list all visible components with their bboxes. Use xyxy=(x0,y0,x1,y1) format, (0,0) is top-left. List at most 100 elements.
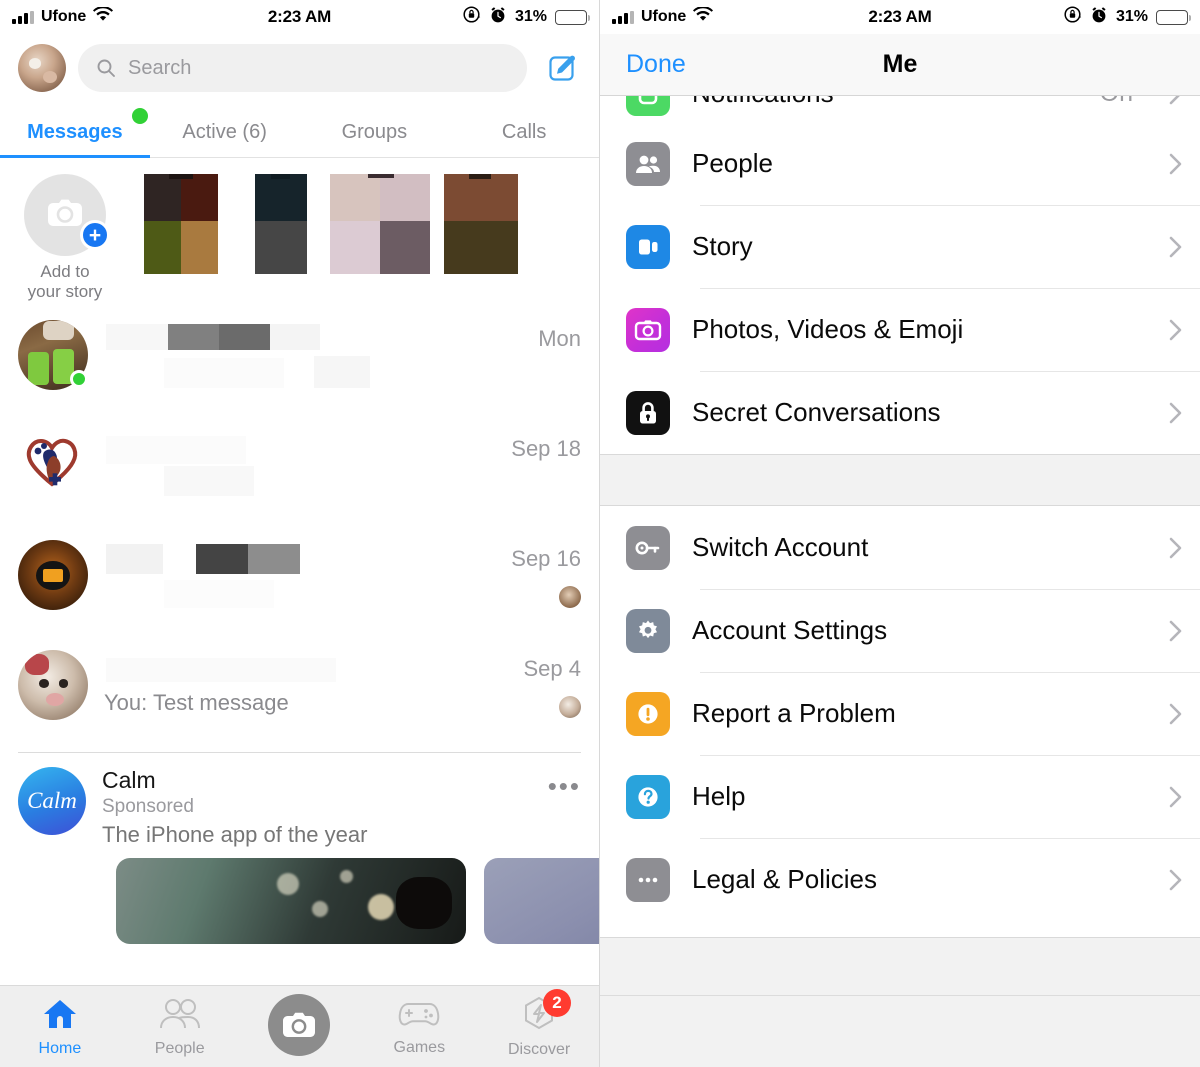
sponsored-description: The iPhone app of the year xyxy=(102,822,368,847)
add-to-story-label: Add to your story xyxy=(27,262,103,302)
more-options-icon[interactable]: ••• xyxy=(548,773,581,799)
sponsored-card-carousel[interactable] xyxy=(0,848,599,944)
discover-badge: 2 xyxy=(542,988,571,1017)
settings-row-notifications[interactable]: Notifications On xyxy=(600,96,1200,122)
tab-camera[interactable] xyxy=(240,993,360,1056)
chat-filter-tabs: Messages Active (6) Groups Calls xyxy=(0,104,599,158)
compose-icon[interactable] xyxy=(545,50,581,86)
settings-row-label: Story xyxy=(692,231,753,261)
avatar[interactable] xyxy=(18,430,88,500)
seen-avatar xyxy=(559,696,581,718)
conversation-row[interactable]: Sep 16 xyxy=(0,528,599,638)
sponsored-body: Calm Sponsored The iPhone app of the yea… xyxy=(102,767,581,848)
conversation-meta: Sep 16 xyxy=(511,540,581,608)
gear-icon xyxy=(626,608,670,653)
avatar[interactable] xyxy=(18,44,66,92)
avatar[interactable] xyxy=(18,650,88,720)
settings-row-secret-conversations[interactable]: Secret Conversations xyxy=(600,371,1200,454)
sponsored-ad[interactable]: Calm Calm Sponsored The iPhone app of th… xyxy=(0,753,599,848)
settings-row-help[interactable]: Help xyxy=(600,755,1200,838)
tab-groups[interactable]: Groups xyxy=(300,121,450,157)
tab-home[interactable]: Home xyxy=(0,996,120,1058)
question-icon xyxy=(626,774,670,819)
home-icon xyxy=(40,996,80,1037)
battery-percent-label: 31% xyxy=(514,8,547,25)
settings-row-account-settings[interactable]: Account Settings xyxy=(600,589,1200,672)
battery-icon xyxy=(1156,9,1191,25)
story-thumbnail-redacted xyxy=(255,174,307,274)
tab-messages[interactable]: Messages xyxy=(0,121,150,158)
settings-list: Notifications On People xyxy=(600,96,1200,921)
conversation-timestamp: Sep 16 xyxy=(511,546,581,571)
tab-active[interactable]: Active (6) xyxy=(150,121,300,157)
sponsored-label: Sponsored xyxy=(102,796,194,817)
tab-label: People xyxy=(154,1039,205,1057)
chevron-right-icon xyxy=(1169,96,1182,105)
settings-row-label: Photos, Videos & Emoji xyxy=(692,314,964,344)
settings-row-label: Switch Account xyxy=(692,532,869,562)
chevron-right-icon xyxy=(1169,869,1182,891)
camera-icon[interactable] xyxy=(268,993,331,1056)
calm-logo-text: Calm xyxy=(27,788,77,813)
settings-navigation-bar: Done Me xyxy=(600,34,1200,96)
settings-row-switch-account[interactable]: Switch Account xyxy=(600,506,1200,589)
avatar[interactable] xyxy=(18,320,88,390)
chevron-right-icon xyxy=(1169,236,1182,258)
sponsored-card[interactable] xyxy=(116,858,466,944)
conversation-text: You: Test message xyxy=(104,650,508,722)
story-item[interactable] xyxy=(230,174,330,304)
settings-row-photos-videos-emoji[interactable]: Photos, Videos & Emoji xyxy=(600,288,1200,371)
search-icon xyxy=(96,58,116,78)
story-add-circle: + xyxy=(24,174,110,256)
settings-row-legal-policies[interactable]: Legal & Policies xyxy=(600,838,1200,921)
tab-calls[interactable]: Calls xyxy=(449,121,599,157)
settings-row-people[interactable]: People xyxy=(600,122,1200,205)
games-controller-icon xyxy=(396,997,442,1036)
rotation-lock-icon xyxy=(462,5,481,29)
tab-discover[interactable]: 2 Discover xyxy=(479,988,599,1059)
settings-row-story[interactable]: Story xyxy=(600,205,1200,288)
chevron-right-icon xyxy=(1169,537,1182,559)
conversation-text xyxy=(104,540,495,612)
search-input[interactable]: Search xyxy=(78,44,527,92)
chevron-right-icon xyxy=(1169,620,1182,642)
notifications-icon xyxy=(626,96,670,116)
chevron-right-icon xyxy=(1169,153,1182,175)
add-to-story-button[interactable]: + Add to your story xyxy=(0,174,130,303)
chevron-right-icon xyxy=(1169,402,1182,424)
conversation-preview: You: Test message xyxy=(104,690,289,715)
tab-games[interactable]: Games xyxy=(359,997,479,1057)
story-item[interactable] xyxy=(330,174,430,304)
tab-label: Games xyxy=(393,1038,446,1056)
conversation-row[interactable]: Mon xyxy=(0,308,599,418)
settings-row-report-a-problem[interactable]: Report a Problem xyxy=(600,672,1200,755)
messenger-chats-panel: Ufone 2:23 AM 31% Search Messages Active… xyxy=(0,0,600,1067)
conversation-text xyxy=(104,320,522,392)
story-item[interactable] xyxy=(430,174,530,304)
tab-label: Messages xyxy=(27,121,123,143)
battery-percent-label: 31% xyxy=(1115,8,1148,25)
conversation-timestamp: Sep 18 xyxy=(511,436,581,461)
story-item[interactable] xyxy=(130,174,230,304)
settings-row-label: Notifications xyxy=(692,96,1078,109)
status-bar-right-group: 31% xyxy=(1063,5,1191,29)
calm-logo-icon: Calm xyxy=(18,767,86,835)
camera-icon xyxy=(45,196,85,235)
conversation-row[interactable]: You: Test message Sep 4 xyxy=(0,638,599,748)
status-bar-right-group: 31% xyxy=(462,5,590,29)
battery-icon xyxy=(555,9,590,25)
bottom-tab-bar: Home People Games 2 Discover xyxy=(0,985,599,1067)
tab-people[interactable]: People xyxy=(120,996,240,1058)
conversation-list: Mon Sep 18 Sep 16 You: Test message Sep … xyxy=(0,308,599,748)
story-icon xyxy=(626,224,670,269)
conversation-meta: Sep 18 xyxy=(511,430,581,462)
online-indicator xyxy=(70,370,88,388)
sponsored-title: Calm xyxy=(102,767,156,793)
settings-footer-area xyxy=(600,937,1200,1067)
conversation-row[interactable]: Sep 18 xyxy=(0,418,599,528)
sponsored-card[interactable] xyxy=(484,858,599,944)
settings-row-label: Help xyxy=(692,781,746,811)
alarm-clock-icon xyxy=(1090,6,1108,29)
alarm-clock-icon xyxy=(489,6,507,29)
avatar[interactable] xyxy=(18,540,88,610)
